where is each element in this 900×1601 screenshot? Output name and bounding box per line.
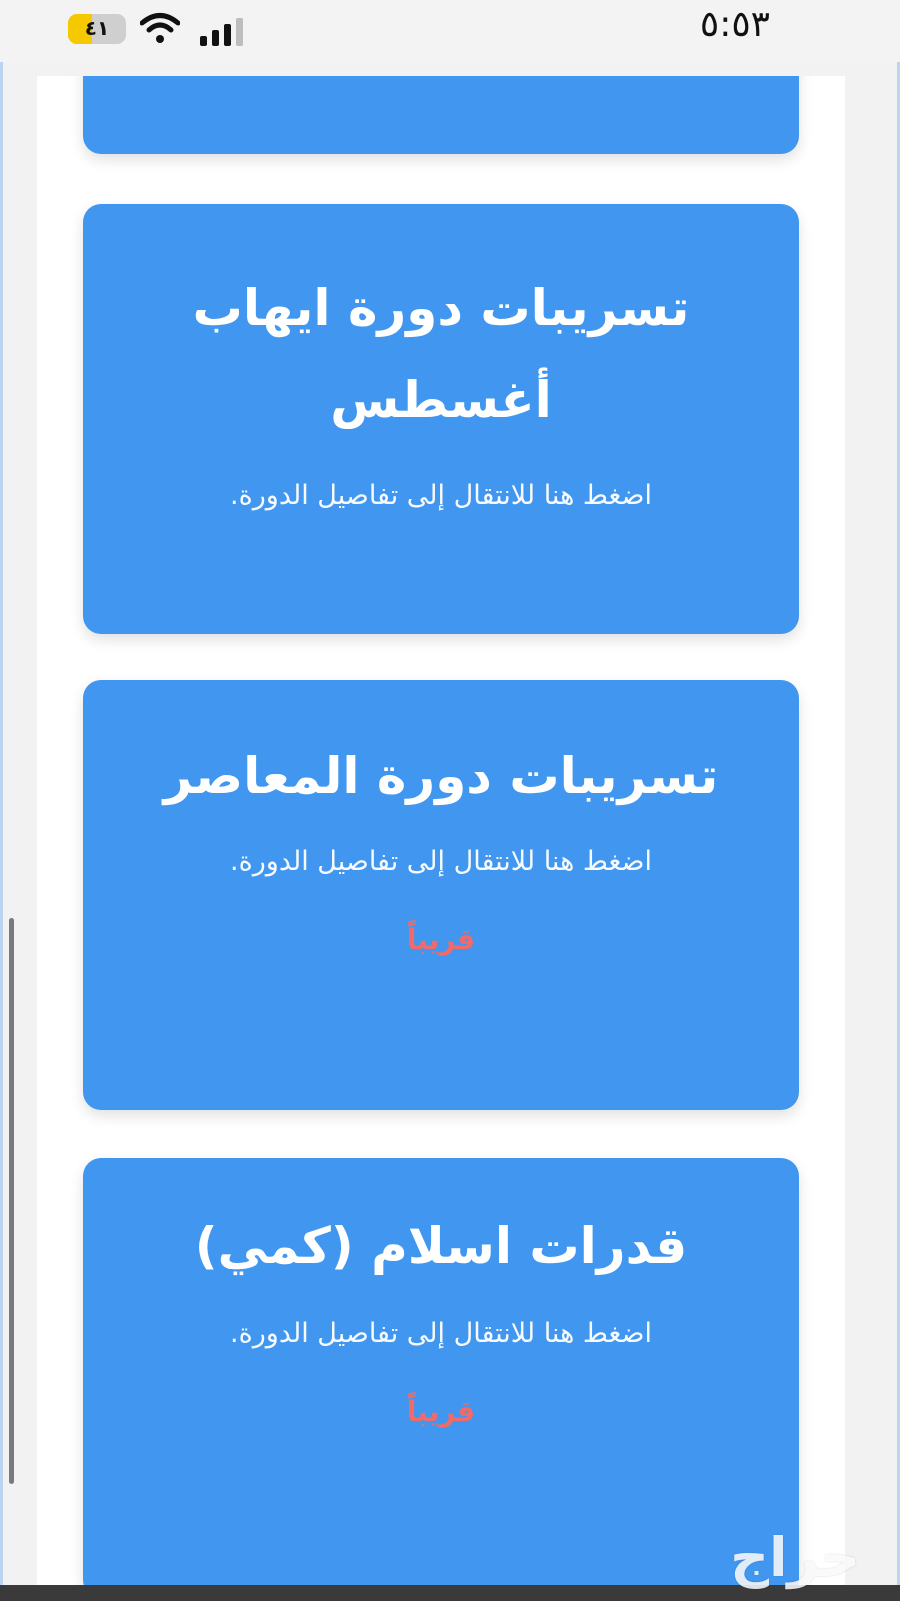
course-description: اضغط هنا للانتقال إلى تفاصيل الدورة.	[230, 1318, 652, 1349]
course-card[interactable]	[83, 76, 799, 154]
status-bar: ٤١ ٥:٥٣	[0, 0, 900, 62]
clock-time: ٥:٥٣	[699, 4, 770, 45]
course-card-ehab-august[interactable]: تسريبات دورة ايهاب أغسطس اضغط هنا للانتق…	[83, 204, 799, 634]
course-title: تسريبات دورة ايهاب أغسطس	[192, 279, 690, 429]
wifi-icon	[140, 13, 180, 43]
course-description: اضغط هنا للانتقال إلى تفاصيل الدورة.	[230, 480, 652, 511]
course-title: تسريبات دورة المعاصر	[163, 747, 719, 805]
coming-soon-badge: قريباً	[406, 1395, 476, 1428]
course-description: اضغط هنا للانتقال إلى تفاصيل الدورة.	[230, 846, 652, 877]
scrollbar-thumb[interactable]	[9, 918, 14, 1484]
course-title: قدرات اسلام (كمي)	[194, 1217, 688, 1275]
course-card-islam-quantitative[interactable]: قدرات اسلام (كمي) اضغط هنا للانتقال إلى …	[83, 1158, 799, 1598]
coming-soon-badge: قريباً	[406, 923, 476, 956]
watermark-logo: حراج	[730, 1526, 860, 1589]
battery-icon: ٤١	[68, 14, 126, 44]
signal-icon	[200, 18, 243, 46]
battery-level: ٤١	[84, 16, 110, 40]
course-list[interactable]: تسريبات دورة ايهاب أغسطس اضغط هنا للانتق…	[37, 76, 845, 1601]
course-card-almuaser[interactable]: تسريبات دورة المعاصر اضغط هنا للانتقال إ…	[83, 680, 799, 1110]
left-edge-line	[0, 0, 3, 1601]
